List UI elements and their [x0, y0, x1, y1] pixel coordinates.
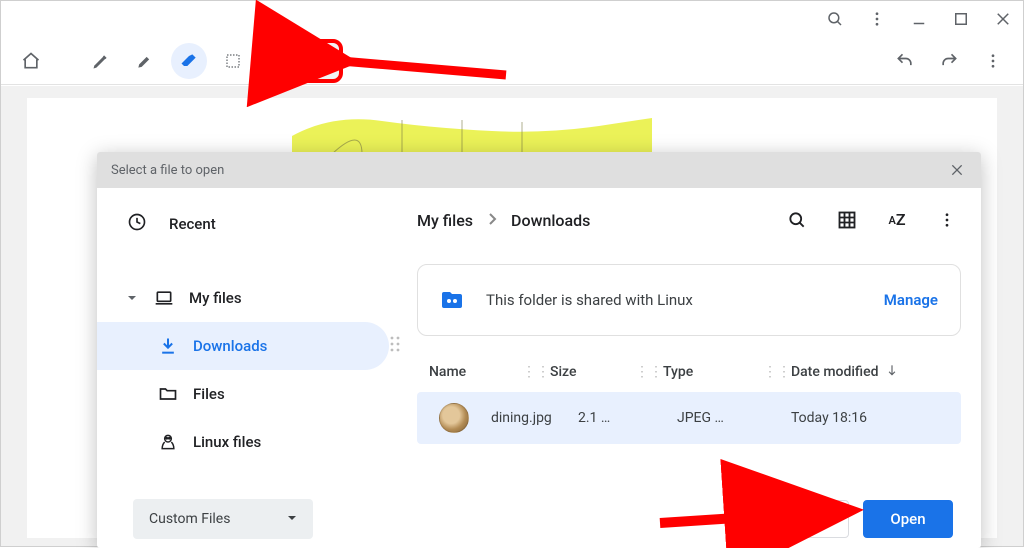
home-icon[interactable]	[13, 43, 49, 79]
move-tool-icon[interactable]	[259, 43, 295, 79]
sidebar-recent-label: Recent	[169, 215, 216, 233]
breadcrumb: My files Downloads	[417, 211, 771, 230]
file-size: 2.1 …	[578, 410, 610, 426]
tree-item-linux[interactable]: Linux files	[97, 418, 397, 466]
linux-icon	[157, 432, 179, 452]
close-icon[interactable]	[947, 160, 967, 180]
laptop-icon	[153, 288, 175, 308]
table-row[interactable]: dining.jpg 2.1 … JPEG … Today 18:16	[417, 392, 961, 444]
chevron-right-icon	[487, 211, 497, 230]
maximize-icon[interactable]	[949, 7, 973, 31]
col-size-label[interactable]: Size	[550, 364, 576, 380]
sort-button[interactable]: AZ	[883, 206, 911, 234]
file-type: JPEG …	[677, 410, 724, 426]
tree-item-label: Files	[193, 385, 225, 403]
column-resize-icon[interactable]: ⋮⋮	[763, 364, 791, 380]
breadcrumb-root[interactable]: My files	[417, 211, 473, 230]
download-icon	[157, 336, 179, 356]
dialog-main: My files Downloads	[397, 188, 981, 490]
tree-root-label: My files	[189, 289, 242, 307]
search-icon[interactable]	[783, 206, 811, 234]
chevron-down-icon	[287, 511, 297, 527]
open-button[interactable]: Open	[863, 500, 953, 538]
dialog-titlebar: Select a file to open	[97, 152, 981, 188]
sidebar-item-recent[interactable]: Recent	[97, 200, 397, 248]
shared-folder-icon	[440, 288, 464, 312]
tree-item-files[interactable]: Files	[97, 370, 397, 418]
file-table: Name ⋮⋮ Size ⋮⋮ Type ⋮⋮ Date modified	[417, 352, 961, 444]
cancel-button[interactable]: Cancel	[757, 500, 849, 538]
column-resize-icon[interactable]: ⋮⋮	[522, 364, 550, 380]
minimize-icon[interactable]	[907, 7, 931, 31]
filetype-label: Custom Files	[149, 511, 230, 527]
filetype-select[interactable]: Custom Files	[133, 499, 313, 539]
share-banner-text: This folder is shared with Linux	[486, 291, 862, 309]
dialog-sidebar: Recent My files	[97, 188, 397, 490]
undo-icon[interactable]	[887, 43, 923, 79]
redo-icon[interactable]	[931, 43, 967, 79]
drag-handle-icon[interactable]	[389, 335, 401, 357]
kebab-menu-icon[interactable]	[975, 43, 1011, 79]
share-banner: This folder is shared with Linux Manage	[417, 264, 961, 336]
file-thumbnail	[439, 403, 469, 433]
close-icon[interactable]	[991, 7, 1015, 31]
col-name-label[interactable]: Name	[429, 364, 466, 380]
kebab-menu-icon[interactable]	[933, 206, 961, 234]
sidebar-tree: My files Downloads	[97, 274, 397, 466]
header-actions: AZ	[783, 206, 961, 234]
sort-desc-icon[interactable]	[885, 363, 899, 381]
column-resize-icon[interactable]: ⋮⋮	[635, 364, 663, 380]
tree-item-label: Downloads	[193, 337, 267, 355]
marker-tool-icon[interactable]	[127, 43, 163, 79]
select-tool-icon[interactable]	[215, 43, 251, 79]
chevron-down-icon	[127, 289, 139, 307]
dialog-footer: Custom Files Cancel Open	[97, 490, 981, 548]
search-icon[interactable]	[823, 7, 847, 31]
file-open-dialog: Select a file to open Recent	[97, 152, 981, 548]
insert-image-icon[interactable]	[303, 43, 339, 79]
tree-my-files[interactable]: My files	[97, 274, 397, 322]
table-header: Name ⋮⋮ Size ⋮⋮ Type ⋮⋮ Date modified	[417, 352, 961, 392]
col-type-label[interactable]: Type	[663, 364, 693, 380]
app-menubar	[1, 1, 1023, 37]
eraser-tool-icon[interactable]	[171, 43, 207, 79]
pen-tool-icon[interactable]	[83, 43, 119, 79]
dialog-title: Select a file to open	[111, 163, 224, 178]
kebab-menu-icon[interactable]	[865, 7, 889, 31]
grid-view-icon[interactable]	[833, 206, 861, 234]
folder-icon	[157, 384, 179, 404]
manage-link[interactable]: Manage	[884, 291, 938, 309]
file-modified: Today 18:16	[791, 410, 867, 426]
toolbar	[1, 37, 1023, 85]
tree-item-downloads[interactable]: Downloads	[97, 322, 389, 370]
col-modified-label[interactable]: Date modified	[791, 364, 879, 380]
tree-item-label: Linux files	[193, 433, 261, 451]
clock-icon	[127, 212, 147, 236]
breadcrumb-current: Downloads	[511, 211, 590, 230]
dialog-header: My files Downloads	[417, 196, 961, 244]
file-name: dining.jpg	[491, 410, 552, 426]
